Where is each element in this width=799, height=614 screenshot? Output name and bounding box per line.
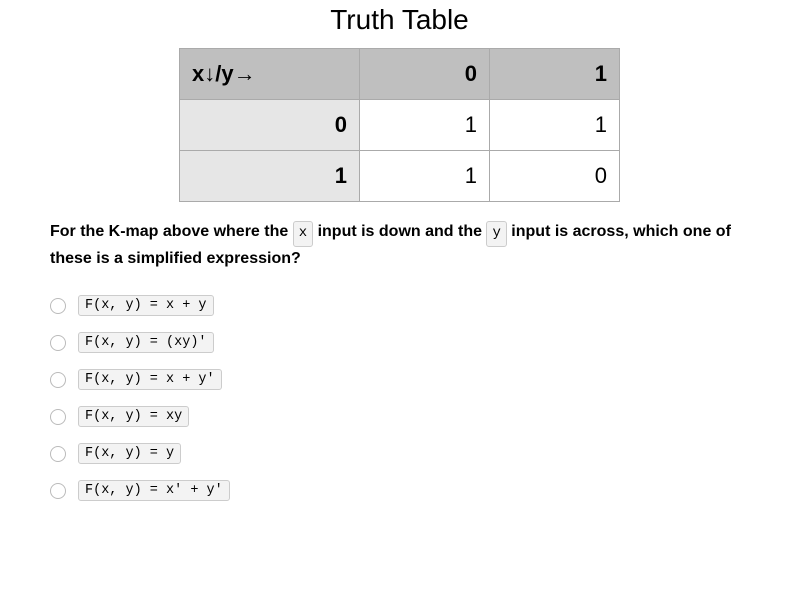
radio-button[interactable] bbox=[50, 483, 66, 499]
page-title: Truth Table bbox=[0, 4, 799, 36]
option-3[interactable]: F(x, y) = xy bbox=[50, 406, 749, 427]
table-corner-head: x↓/y→ bbox=[180, 49, 360, 100]
code-chip-x: x bbox=[293, 221, 313, 247]
question-text: For the K-map above where the x input is… bbox=[0, 220, 799, 271]
option-2[interactable]: F(x, y) = x + y' bbox=[50, 369, 749, 390]
col-head-1: 1 bbox=[490, 49, 620, 100]
radio-button[interactable] bbox=[50, 409, 66, 425]
cell-1-1: 0 bbox=[490, 151, 620, 202]
cell-1-0: 1 bbox=[360, 151, 490, 202]
code-chip-y: y bbox=[486, 221, 506, 247]
radio-button[interactable] bbox=[50, 446, 66, 462]
question-part: input is down and the bbox=[313, 223, 486, 240]
question-part: For the K-map above where the bbox=[50, 223, 293, 240]
option-label: F(x, y) = x + y' bbox=[78, 369, 222, 390]
option-label: F(x, y) = x' + y' bbox=[78, 480, 230, 501]
table-row: 0 1 1 bbox=[180, 100, 620, 151]
options-list: F(x, y) = x + y F(x, y) = (xy)' F(x, y) … bbox=[0, 295, 799, 501]
radio-button[interactable] bbox=[50, 335, 66, 351]
option-1[interactable]: F(x, y) = (xy)' bbox=[50, 332, 749, 353]
truth-table: x↓/y→ 0 1 0 1 1 1 1 0 bbox=[179, 48, 620, 202]
option-label: F(x, y) = x + y bbox=[78, 295, 214, 316]
cell-0-1: 1 bbox=[490, 100, 620, 151]
radio-button[interactable] bbox=[50, 372, 66, 388]
question-container: Truth Table x↓/y→ 0 1 0 1 1 1 1 0 For th… bbox=[0, 0, 799, 501]
radio-button[interactable] bbox=[50, 298, 66, 314]
row-head-1: 1 bbox=[180, 151, 360, 202]
option-5[interactable]: F(x, y) = x' + y' bbox=[50, 480, 749, 501]
option-4[interactable]: F(x, y) = y bbox=[50, 443, 749, 464]
col-head-0: 0 bbox=[360, 49, 490, 100]
row-head-0: 0 bbox=[180, 100, 360, 151]
option-label: F(x, y) = xy bbox=[78, 406, 189, 427]
option-label: F(x, y) = (xy)' bbox=[78, 332, 214, 353]
option-0[interactable]: F(x, y) = x + y bbox=[50, 295, 749, 316]
cell-0-0: 1 bbox=[360, 100, 490, 151]
table-row: 1 1 0 bbox=[180, 151, 620, 202]
option-label: F(x, y) = y bbox=[78, 443, 181, 464]
